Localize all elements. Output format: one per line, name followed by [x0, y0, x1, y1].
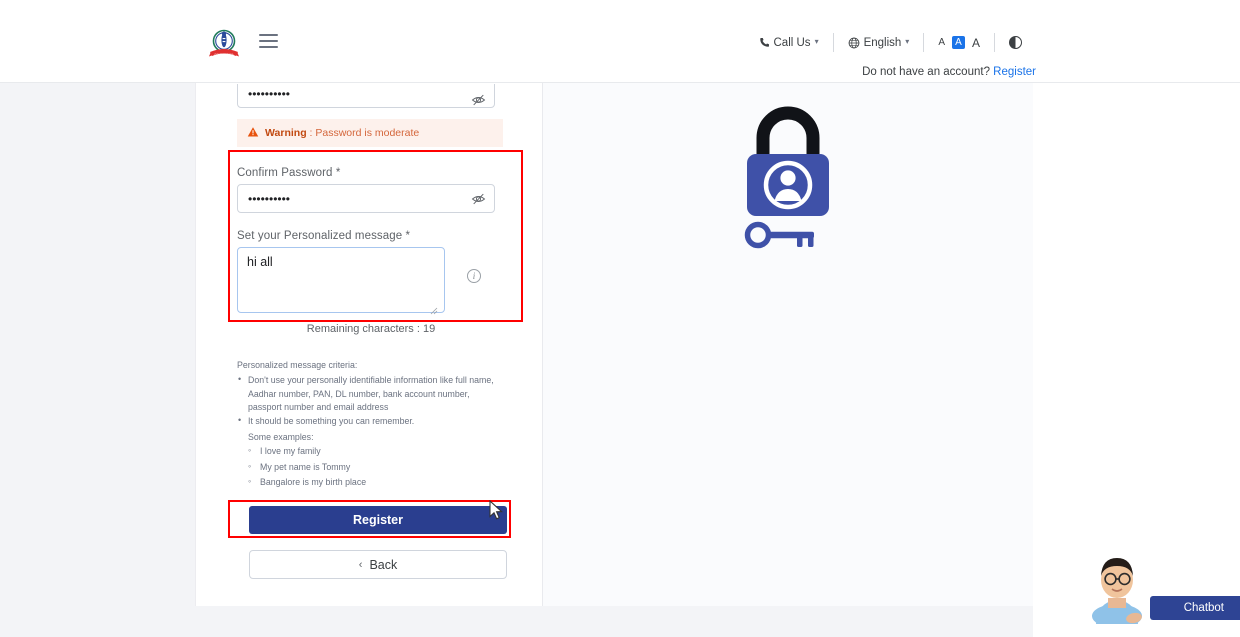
password-input[interactable] [237, 84, 495, 108]
header-register-link[interactable]: Register [993, 66, 1036, 78]
example-item: I love my family [248, 444, 499, 458]
back-button-label: Back [369, 557, 398, 572]
password-strength-warning: Warning : Password is moderate [237, 119, 503, 147]
bottom-gutter [0, 606, 1240, 637]
phone-icon [759, 38, 769, 47]
confirm-password-field-group: Confirm Password * [237, 167, 495, 213]
example-item: My pet name is Tommy [248, 459, 499, 474]
example-item: Bangalore is my birth place [248, 475, 499, 489]
confirm-password-visibility-toggle-icon[interactable] [471, 191, 486, 206]
personalized-message-label: Set your Personalized message * [237, 230, 411, 242]
password-field-group [237, 84, 495, 108]
chevron-down-icon: ▾ [905, 37, 910, 46]
language-label: English [863, 36, 902, 49]
remaining-characters-counter: Remaining characters : 19 [306, 323, 436, 335]
page-root: GOVT OF INDIA Call Us ▾ English ▾ A A A … [0, 0, 1240, 637]
back-button[interactable]: ‹ Back [249, 550, 507, 579]
contrast-icon [1009, 36, 1022, 49]
chatbot-label[interactable]: Chatbot [1149, 596, 1240, 620]
criteria-title: Personalized message criteria: [237, 360, 358, 370]
personalized-message-textarea[interactable] [237, 247, 445, 313]
info-circle-icon[interactable]: i [467, 269, 481, 283]
contrast-toggle-button[interactable] [995, 36, 1036, 49]
font-size-controls: A A A [924, 36, 994, 50]
confirm-password-input-wrapper [237, 184, 495, 213]
personalized-message-row: i [237, 247, 481, 318]
hamburger-menu-icon[interactable] [259, 34, 278, 48]
lock-with-user-avatar-and-key-illustration [744, 106, 829, 249]
account-prompt-text: Do not have an account? [862, 66, 990, 78]
lock-illustration-panel [543, 83, 1033, 606]
warning-triangle-icon [247, 126, 259, 140]
svg-text:GOVT OF INDIA: GOVT OF INDIA [214, 53, 234, 57]
globe-icon [848, 37, 859, 48]
warning-label: Warning [265, 127, 307, 139]
site-header: GOVT OF INDIA Call Us ▾ English ▾ A A A … [0, 0, 1240, 83]
warning-message: Warning : Password is moderate [265, 127, 419, 139]
password-visibility-toggle-icon[interactable] [471, 93, 486, 108]
font-size-default-button[interactable]: A [951, 36, 965, 49]
font-size-increase-button[interactable]: A [972, 36, 980, 50]
language-selector[interactable]: English ▾ [834, 37, 924, 49]
confirm-password-input[interactable] [237, 184, 495, 213]
chevron-down-icon: ▾ [814, 37, 819, 46]
chevron-left-icon: ‹ [358, 558, 363, 571]
password-input-wrapper [237, 84, 495, 108]
examples-list: I love my family My pet name is Tommy Ba… [248, 444, 499, 489]
font-size-decrease-button[interactable]: A [938, 37, 945, 48]
criteria-item: It should be something you can remember.… [237, 414, 499, 489]
registration-card: Warning : Password is moderate Confirm P… [195, 83, 1033, 606]
chatbot-widget[interactable]: Chatbot [1091, 558, 1240, 624]
header-utility-nav: Call Us ▾ English ▾ A A A [745, 33, 1037, 52]
left-gutter [0, 83, 195, 637]
warning-detail: : Password is moderate [306, 127, 420, 139]
call-us-menu[interactable]: Call Us ▾ [745, 37, 833, 49]
criteria-item: Don't use your personally identifiable i… [237, 373, 499, 414]
confirm-password-label: Confirm Password * [237, 167, 341, 179]
register-button[interactable]: Register [249, 506, 507, 534]
account-prompt: Do not have an account? Register [862, 66, 1036, 78]
criteria-item-text: It should be something you can remember. [248, 416, 415, 427]
site-logo[interactable]: GOVT OF INDIA [206, 26, 242, 62]
criteria-list: Don't use your personally identifiable i… [237, 373, 499, 489]
call-us-label: Call Us [773, 36, 811, 49]
message-criteria-block: Personalized message criteria: Don't use… [237, 359, 499, 491]
examples-label: Some examples: [248, 431, 314, 442]
chatbot-avatar-icon [1091, 558, 1142, 624]
personalized-message-field-group: Set your Personalized message * i [237, 230, 481, 318]
